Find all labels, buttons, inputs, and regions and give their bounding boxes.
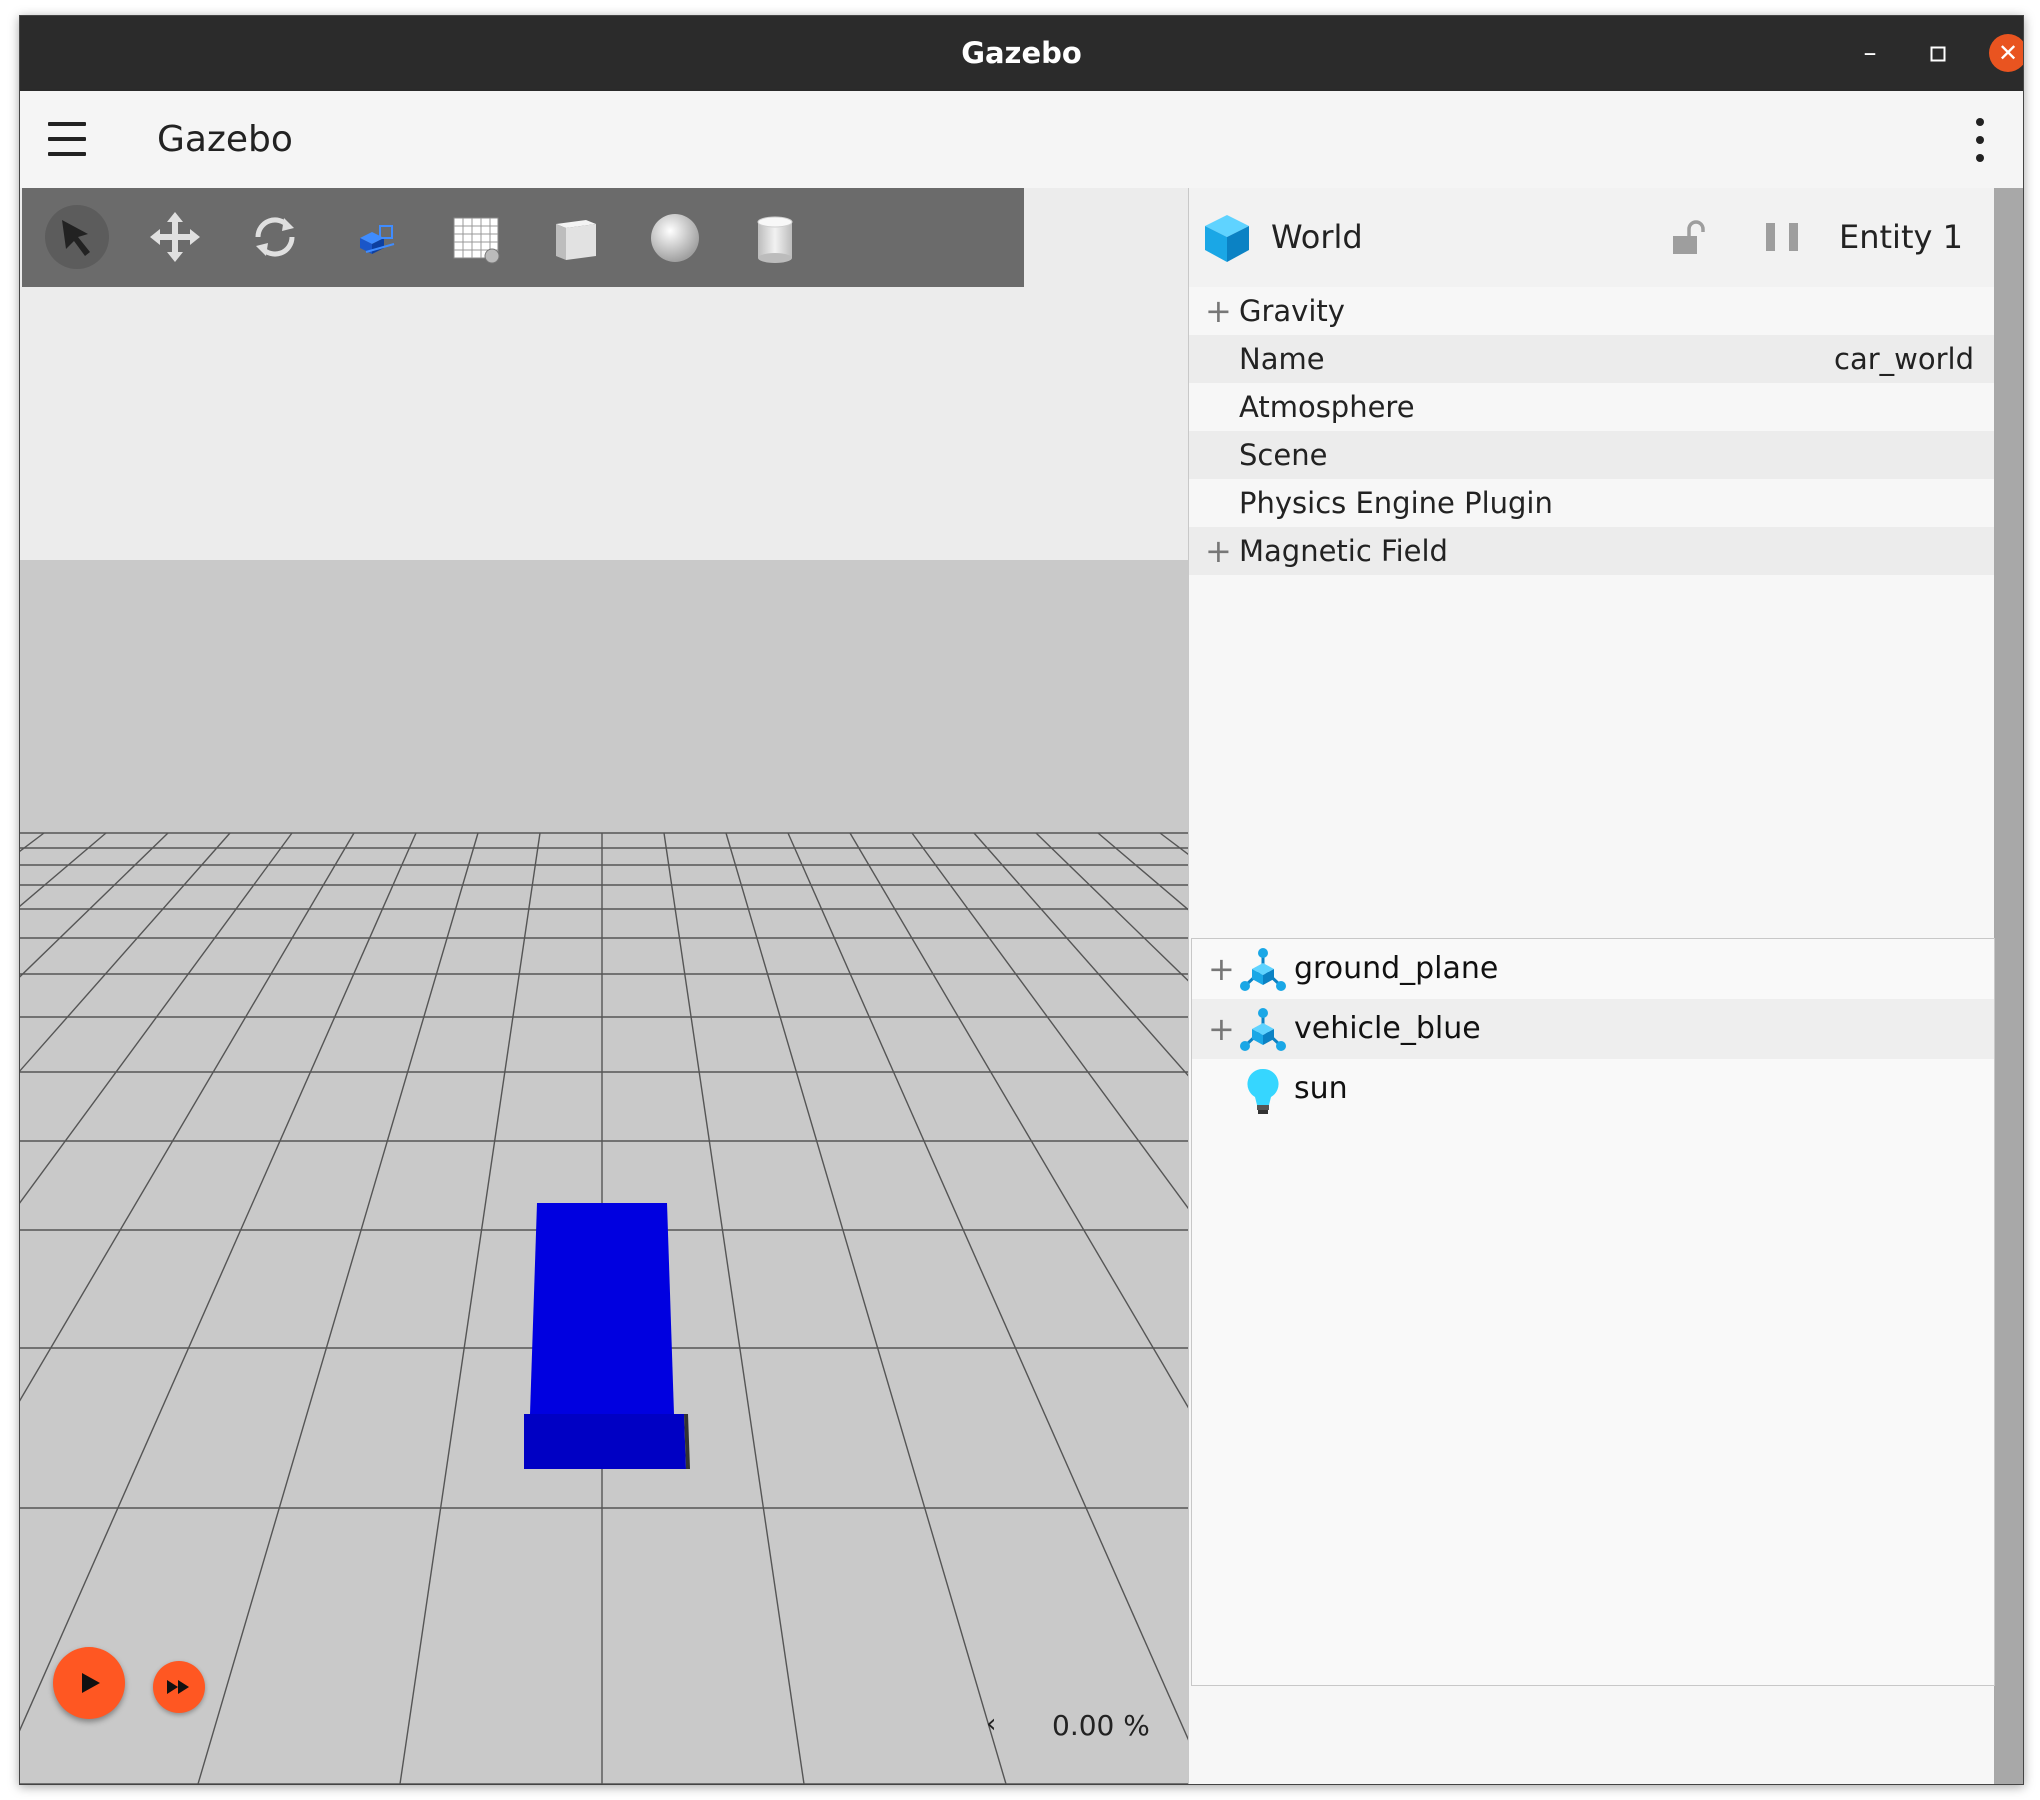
rotate-icon (255, 217, 295, 257)
grid-snap-icon (453, 217, 500, 264)
tree-item-ground-plane[interactable]: + ground_plane (1192, 939, 1994, 999)
property-label: Scene (1239, 438, 1328, 472)
property-label: Gravity (1239, 294, 1345, 328)
app-bar: Gazebo (20, 91, 2023, 189)
property-label: Physics Engine Plugin (1239, 486, 1553, 520)
entity-type-label: World (1271, 218, 1363, 256)
tree-item-label: vehicle_blue (1294, 1011, 1481, 1046)
property-magnetic-field[interactable]: + Magnetic Field (1189, 527, 1994, 575)
real-time-factor: 0.00 % (1052, 1709, 1150, 1742)
translate-tool-button[interactable] (136, 198, 214, 276)
box-shape-icon (556, 220, 596, 260)
transform-control-button[interactable] (336, 198, 414, 276)
cylinder-shape-icon (757, 216, 793, 263)
box-shape-button[interactable] (536, 198, 614, 276)
grid-snap-button[interactable] (436, 198, 514, 276)
pause-updates-icon[interactable] (1763, 221, 1803, 253)
tree-item-vehicle-blue[interactable]: + vehicle_blue (1192, 999, 1994, 1059)
light-bulb-icon (1247, 1068, 1279, 1114)
cylinder-shape-button[interactable] (736, 198, 814, 276)
play-icon (82, 1673, 100, 1693)
close-button[interactable]: ✕ (1978, 16, 2023, 91)
side-panel: World Entity 1 + Gravity Name car_world … (1188, 188, 2023, 1784)
minimize-button[interactable]: – (1840, 16, 1900, 91)
app-title: Gazebo (157, 119, 293, 160)
panel-scrollbar[interactable] (1994, 188, 2023, 1784)
entity-id-label: Entity 1 (1839, 218, 1963, 256)
scene-3d (20, 188, 1188, 1784)
select-tool-button[interactable] (38, 198, 116, 276)
unlock-icon[interactable] (1669, 218, 1705, 258)
play-button[interactable] (53, 1647, 125, 1719)
scene-viewport[interactable] (20, 188, 1188, 1784)
property-value: car_world (1834, 342, 1974, 376)
vehicle-blue-model[interactable] (524, 1203, 690, 1469)
entity-tree: + ground_plane + vehicle_blue sun (1191, 938, 1995, 1686)
transform-control-icon (360, 225, 395, 254)
property-gravity[interactable]: + Gravity (1189, 287, 1994, 335)
tree-item-sun[interactable]: sun (1192, 1059, 1994, 1119)
rotate-tool-button[interactable] (236, 198, 314, 276)
window-title: Gazebo (961, 36, 1082, 70)
property-label: Atmosphere (1239, 390, 1415, 424)
model-icon (1240, 1008, 1286, 1051)
sphere-shape-button[interactable] (636, 198, 714, 276)
component-inspector-header: World Entity 1 (1189, 188, 1994, 287)
step-button[interactable] (153, 1661, 205, 1713)
expand-icon[interactable]: + (1205, 287, 1232, 335)
property-scene[interactable]: Scene (1189, 431, 1994, 479)
translate-icon (150, 212, 200, 262)
select-icon (45, 205, 109, 269)
world-cube-icon (1205, 215, 1249, 262)
title-bar: Gazebo – ✕ (20, 16, 2023, 91)
maximize-button[interactable] (1908, 16, 1968, 91)
expand-icon[interactable]: + (1208, 999, 1235, 1059)
hamburger-menu-icon[interactable] (48, 120, 86, 158)
stats-toggle-icon[interactable]: ‹ (986, 1709, 996, 1739)
expand-icon[interactable]: + (1208, 939, 1235, 999)
fast-forward-icon (167, 1680, 189, 1694)
property-physics-engine-plugin[interactable]: Physics Engine Plugin (1189, 479, 1994, 527)
maximize-icon (1930, 46, 1946, 61)
model-icon (1240, 948, 1286, 991)
kebab-menu-icon[interactable] (1970, 118, 1990, 162)
close-icon: ✕ (1989, 34, 2023, 72)
property-atmosphere[interactable]: Atmosphere (1189, 383, 1994, 431)
tree-item-label: sun (1294, 1071, 1348, 1106)
property-label: Magnetic Field (1239, 534, 1448, 568)
expand-icon[interactable]: + (1205, 527, 1232, 575)
sphere-shape-icon (651, 214, 699, 262)
tree-item-label: ground_plane (1294, 951, 1499, 986)
scene-toolbar (22, 188, 1024, 287)
property-label: Name (1239, 342, 1325, 376)
property-name: Name car_world (1189, 335, 1994, 383)
gazebo-window: Gazebo – ✕ Gazebo ‹ 0.00 % World Entity … (19, 15, 2024, 1785)
